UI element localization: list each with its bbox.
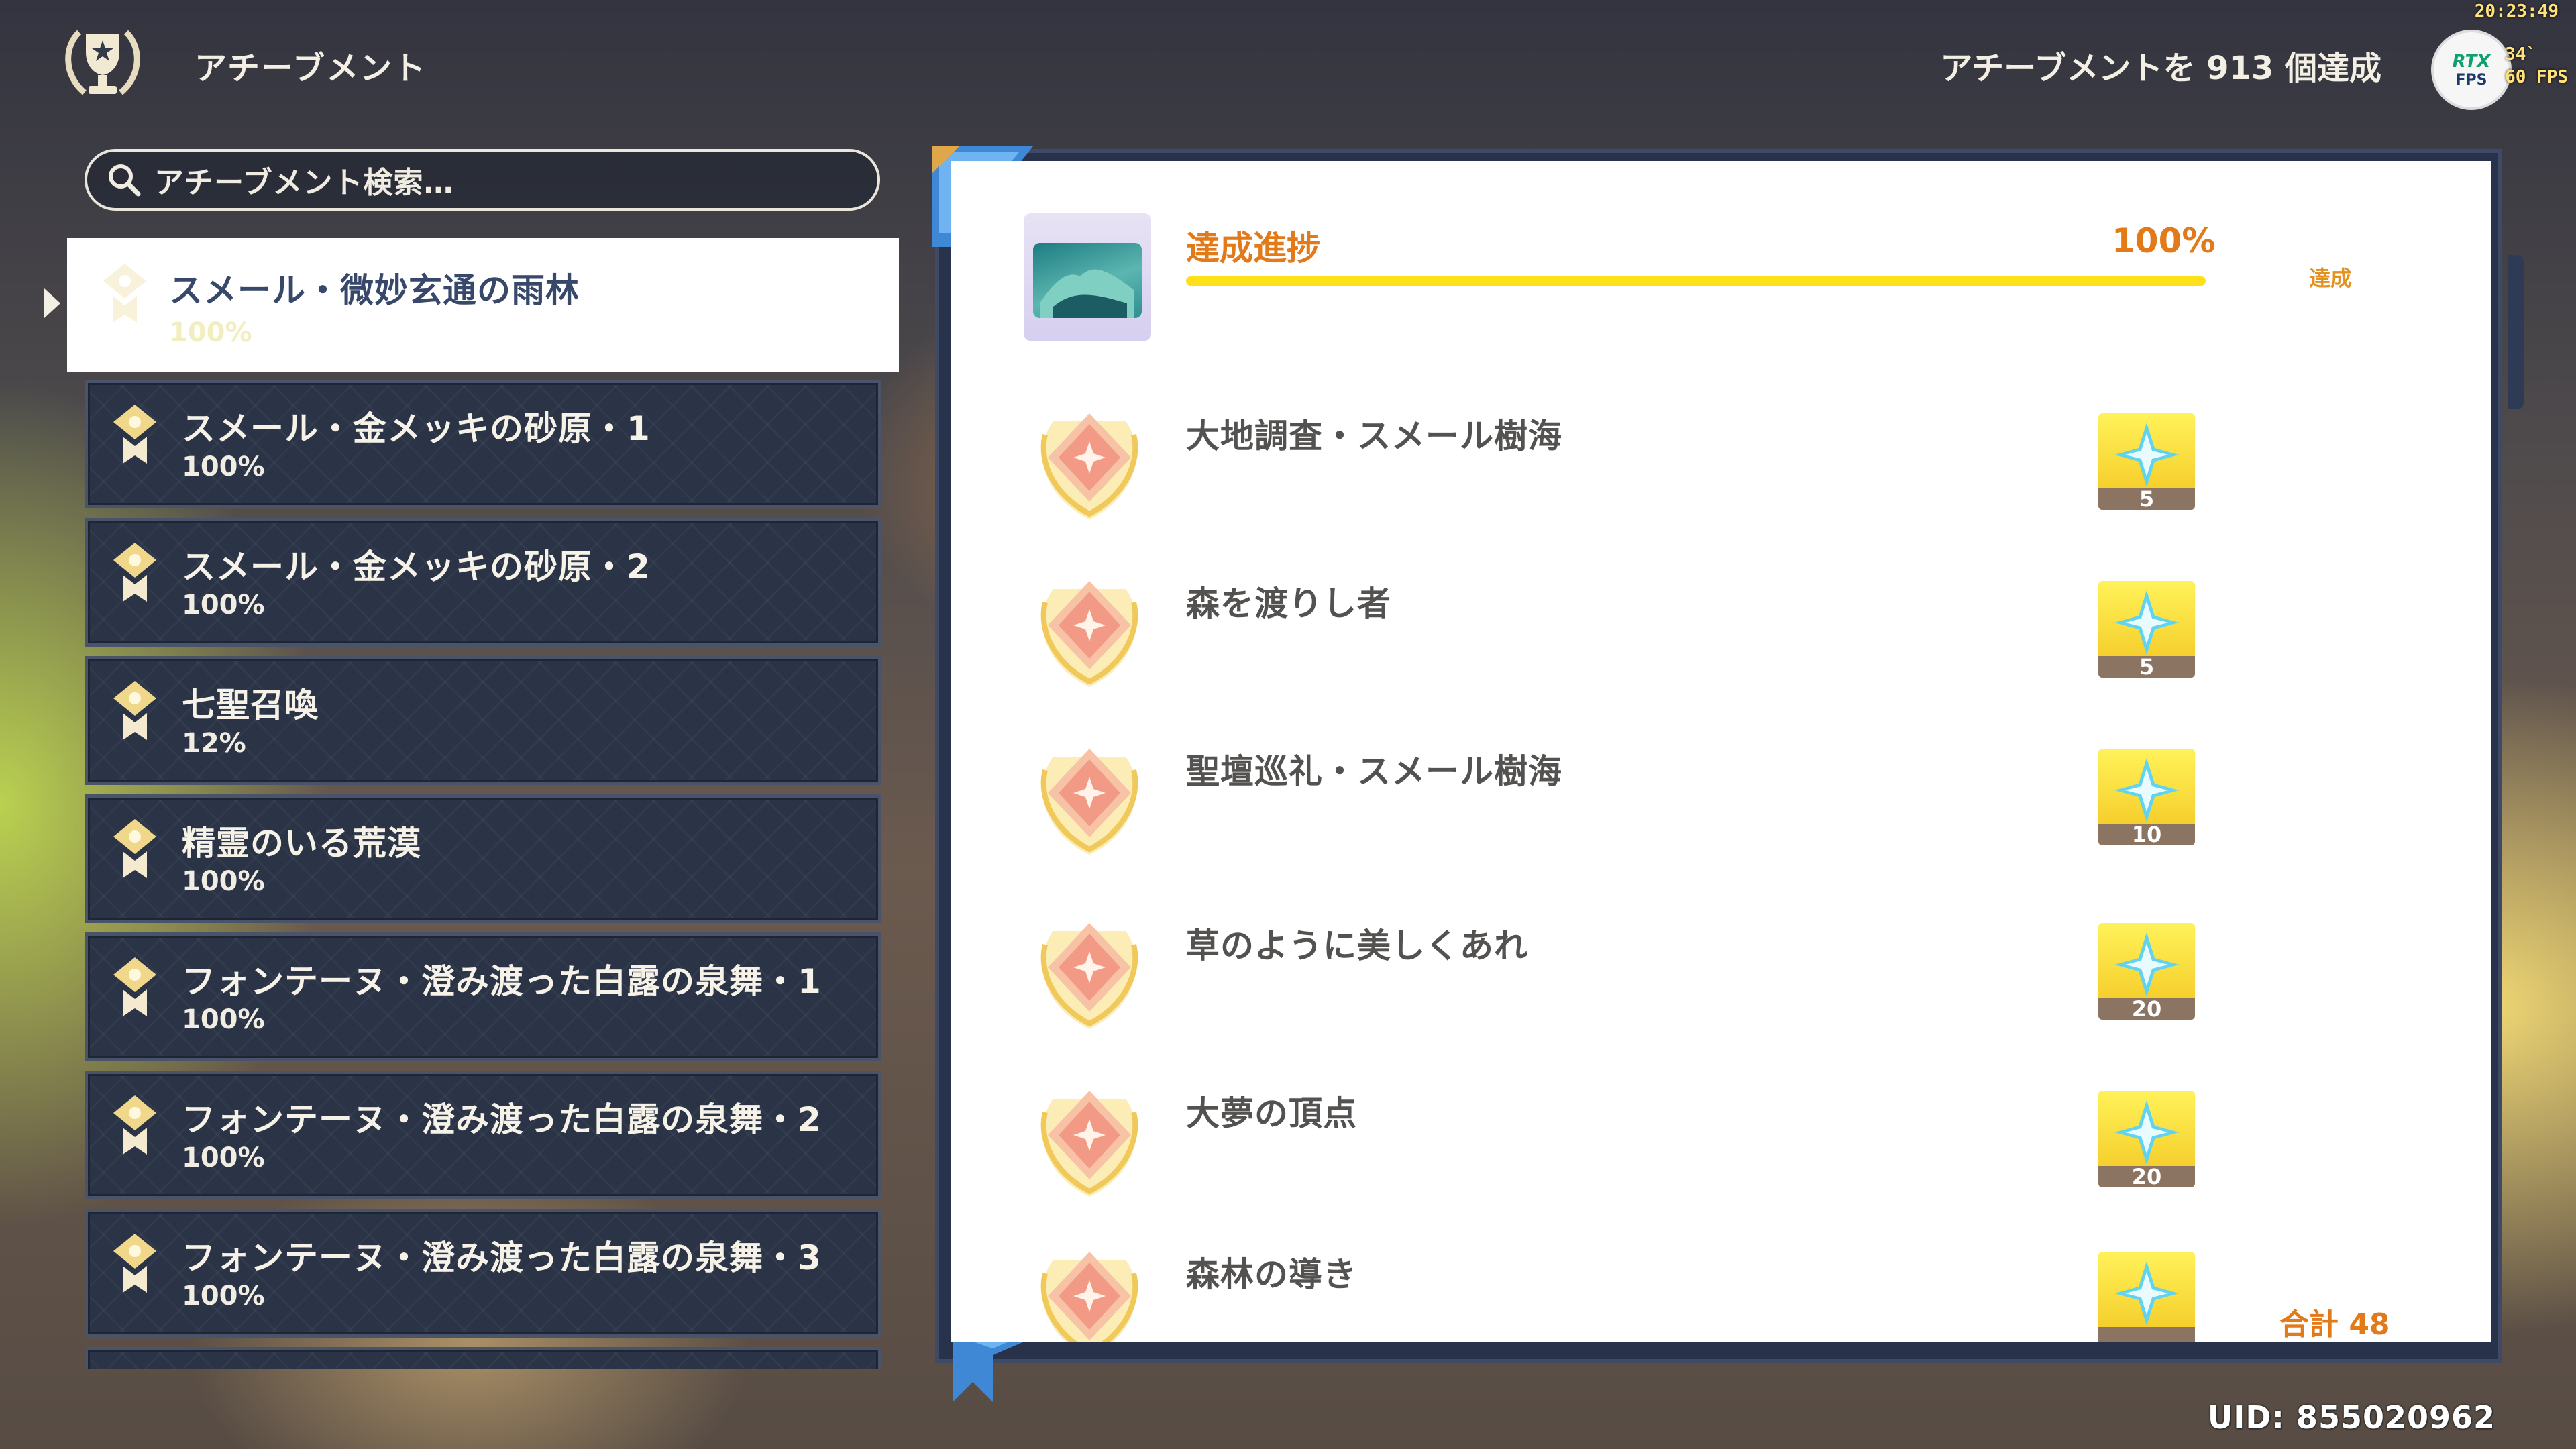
category-list[interactable]: スメール・微妙玄通の雨林 100% スメール・金メッキの砂原・1 100% スメ… <box>67 235 899 1368</box>
primogem-icon <box>2114 932 2179 997</box>
uid-label: UID: 855020962 <box>2207 1399 2496 1436</box>
achievement-badge-icon <box>1040 1252 1138 1342</box>
achievement-row[interactable]: 森林の導き <box>951 1228 2491 1342</box>
achievement-badge-icon <box>1040 749 1138 855</box>
progress-value: 100% <box>2112 221 2216 260</box>
category-seal-icon <box>113 1095 156 1155</box>
achievement-badge-icon <box>1040 581 1138 687</box>
category-thumbnail-icon <box>1024 213 1151 341</box>
rtx-fps-badge: RTX FPS <box>2431 30 2512 110</box>
progress-label: 達成進捗 <box>1186 229 1320 268</box>
primogem-icon <box>2114 423 2179 487</box>
category-seal-icon <box>103 264 146 323</box>
category-seal-icon <box>113 405 156 464</box>
primogem-icon <box>2114 758 2179 822</box>
achievement-title: 森林の導き <box>1186 1255 1357 1294</box>
category-name: 七聖召喚 <box>182 686 319 724</box>
category-percent: 100% <box>182 866 265 897</box>
category-percent: 100% <box>169 317 252 348</box>
total-label: 合計 48 <box>2279 1307 2390 1342</box>
achievement-title: 大夢の頂点 <box>1186 1094 1357 1133</box>
achievement-row[interactable]: 草のように美しくあれ 20 <box>951 899 2491 1067</box>
progress-status: 達成 <box>2309 266 2353 291</box>
search-placeholder: アチーブメント検索… <box>154 166 454 200</box>
badge-top-label: RTX <box>2452 51 2491 72</box>
primogem-icon <box>2114 590 2179 655</box>
category-name: スメール・微妙玄通の雨林 <box>169 271 580 310</box>
selected-indicator-icon <box>44 288 60 318</box>
achievement-panel[interactable]: 達成進捗 100% 達成 大地調査・スメール樹海 5 森を渡りし者 5 聖壇巡礼・スメー… <box>951 161 2491 1342</box>
search-input[interactable]: アチーブメント検索… <box>85 149 880 211</box>
achievement-row[interactable]: 大夢の頂点 20 <box>951 1067 2491 1234</box>
progress-bar <box>1186 276 2206 286</box>
achievement-row[interactable]: 大地調査・スメール樹海 5 <box>951 389 2491 557</box>
perf-line-1: 34` <box>2505 44 2537 64</box>
category-item[interactable]: スメール・微妙玄通の雨林 100% <box>67 238 899 372</box>
category-item[interactable]: フォンテーヌ・澄み渡った白露の泉舞・2 100% <box>85 1071 881 1199</box>
category-seal-icon <box>113 957 156 1016</box>
category-name: フォンテーヌ・澄み渡った白露の泉舞・2 <box>182 1100 822 1139</box>
category-seal-icon <box>113 543 156 602</box>
achievement-title: 大地調査・スメール樹海 <box>1186 417 1562 455</box>
reward-quantity: 5 <box>2098 488 2195 510</box>
category-percent: 100% <box>182 1142 265 1173</box>
category-percent: 100% <box>182 1004 265 1035</box>
category-percent: 100% <box>182 1281 265 1311</box>
achievement-badge-icon <box>1040 413 1138 519</box>
panel-side-tab[interactable] <box>2508 255 2524 409</box>
badge-bottom-label: FPS <box>2455 71 2487 89</box>
search-icon <box>109 164 141 197</box>
achievement-row[interactable]: 聖壇巡礼・スメール樹海 10 <box>951 724 2491 892</box>
achievement-title: 森を渡りし者 <box>1186 584 1391 623</box>
reward-quantity: 10 <box>2098 824 2195 845</box>
category-name: スメール・金メッキの砂原・2 <box>182 547 651 586</box>
category-item-partial[interactable] <box>85 1347 881 1368</box>
category-item[interactable]: スメール・金メッキの砂原・2 100% <box>85 518 881 647</box>
trophy-laurel-icon <box>65 30 140 95</box>
category-seal-icon <box>113 681 156 740</box>
category-percent: 12% <box>182 728 246 759</box>
category-percent: 100% <box>182 590 265 621</box>
primogem-icon <box>2114 1100 2179 1165</box>
category-name: スメール・金メッキの砂原・1 <box>182 409 651 448</box>
achievement-title: 草のように美しくあれ <box>1186 926 1528 965</box>
primogem-icon <box>2114 1261 2179 1326</box>
category-name: フォンテーヌ・澄み渡った白露の泉舞・3 <box>182 1238 822 1277</box>
reward-quantity: 20 <box>2098 1166 2195 1187</box>
achievement-badge-icon <box>1040 923 1138 1029</box>
achievement-row[interactable]: 森を渡りし者 5 <box>951 557 2491 724</box>
primogem-reward: 5 <box>2098 413 2195 510</box>
reward-quantity <box>2098 1327 2195 1342</box>
clock-overlay: 20:23:49 <box>2474 1 2559 21</box>
perf-overlay: 34` 60 FPS <box>2505 43 2568 89</box>
category-item[interactable]: スメール・金メッキの砂原・1 100% <box>85 380 881 508</box>
category-name: フォンテーヌ・澄み渡った白露の泉舞・1 <box>182 962 822 1001</box>
category-item[interactable]: フォンテーヌ・澄み渡った白露の泉舞・1 100% <box>85 932 881 1061</box>
category-item[interactable]: 七聖召喚 12% <box>85 656 881 785</box>
primogem-reward: 5 <box>2098 581 2195 678</box>
primogem-reward <box>2098 1252 2195 1342</box>
reward-quantity: 20 <box>2098 998 2195 1020</box>
category-seal-icon <box>113 819 156 878</box>
achievement-count: アチーブメントを 913 個達成 <box>1940 50 2381 87</box>
achievement-badge-icon <box>1040 1091 1138 1197</box>
category-name: 精霊のいる荒漠 <box>182 824 421 863</box>
achievement-title: 聖壇巡礼・スメール樹海 <box>1186 752 1562 791</box>
category-item[interactable]: フォンテーヌ・澄み渡った白露の泉舞・3 100% <box>85 1209 881 1338</box>
category-percent: 100% <box>182 451 265 482</box>
primogem-reward: 20 <box>2098 1091 2195 1187</box>
category-seal-icon <box>113 1234 156 1293</box>
page-title: アチーブメント <box>195 50 427 87</box>
reward-quantity: 5 <box>2098 656 2195 678</box>
progress-bar-fill <box>1186 276 2206 286</box>
perf-line-2: 60 FPS <box>2505 67 2568 87</box>
primogem-reward: 10 <box>2098 749 2195 845</box>
category-item[interactable]: 精霊のいる荒漠 100% <box>85 794 881 923</box>
primogem-reward: 20 <box>2098 923 2195 1020</box>
